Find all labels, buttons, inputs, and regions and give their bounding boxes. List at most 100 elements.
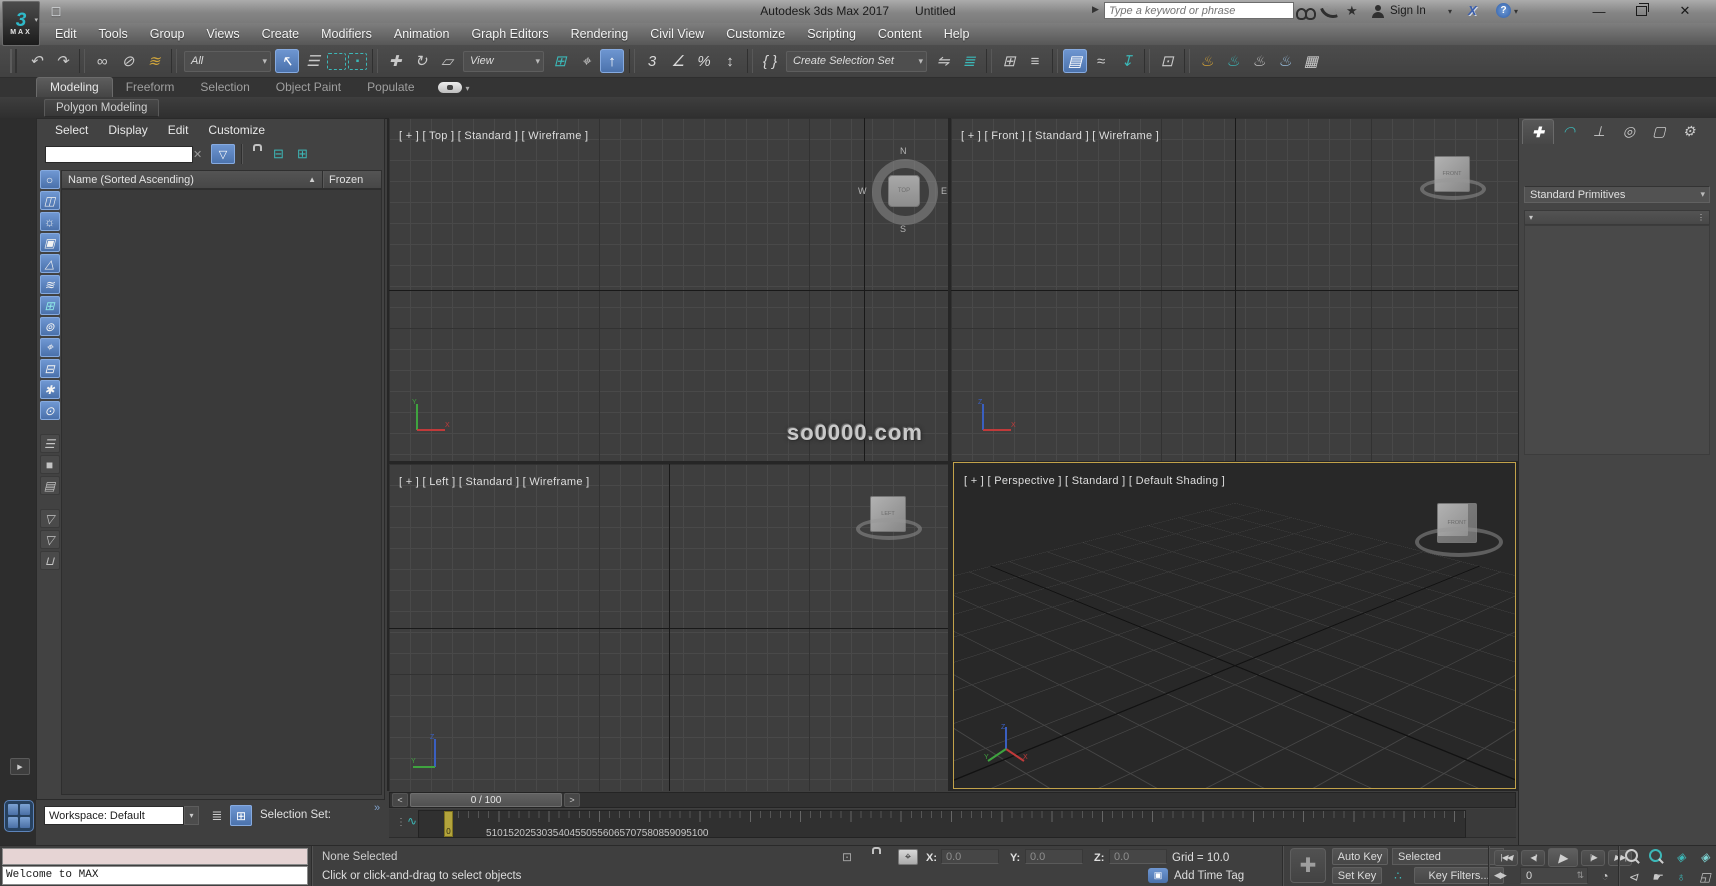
angle-snap-toggle[interactable]: ∠ — [666, 49, 690, 73]
key-filters-button[interactable]: Key Filters... — [1414, 867, 1504, 884]
display-none-button[interactable]: ■ — [39, 455, 60, 474]
explorer-menu-display[interactable]: Display — [98, 123, 157, 137]
time-tag-cube-icon[interactable]: ▣ — [1148, 868, 1168, 883]
display-details-button[interactable]: ▤ — [39, 476, 60, 495]
edit-named-selection-sets-button[interactable]: { } — [758, 49, 782, 73]
rollout-collapse-icon[interactable]: ▾ — [1529, 213, 1533, 222]
menu-views[interactable]: Views — [195, 27, 250, 41]
render-production-button[interactable]: ♨ — [1247, 49, 1271, 73]
menu-create[interactable]: Create — [251, 27, 311, 41]
sort-ascending-icon[interactable]: ▲ — [308, 175, 316, 184]
set-keys-button[interactable]: ✚ — [1290, 848, 1326, 883]
select-by-name-button[interactable]: ☰ — [301, 49, 325, 73]
menu-help[interactable]: Help — [933, 27, 981, 41]
selection-filter-icon[interactable]: ▽ — [211, 144, 235, 164]
pick-container-button[interactable]: ⊔ — [39, 551, 60, 570]
align-button[interactable]: ≣ — [957, 49, 981, 73]
menu-customize[interactable]: Customize — [715, 27, 796, 41]
advanced-filter-button[interactable]: ▽ — [39, 530, 60, 549]
select-object-button[interactable]: ↖ — [275, 49, 299, 73]
maximize-viewport-toggle[interactable]: ◱ — [1694, 868, 1716, 886]
menu-rendering[interactable]: Rendering — [560, 27, 640, 41]
maxscript-mini-listener[interactable]: Welcome to MAX — [2, 866, 308, 885]
command-tab-create[interactable]: ✚ — [1522, 119, 1554, 144]
spinner-snap-toggle[interactable]: ↕ — [718, 49, 742, 73]
key-mode-toggle-button[interactable]: ◀▶ — [1494, 870, 1507, 881]
scene-explorer-toggle-icon[interactable]: ⊞ — [230, 805, 252, 826]
zoom-all-button[interactable] — [1646, 848, 1668, 866]
filter-helpers-toggle[interactable]: △ — [39, 254, 60, 273]
viewcube-compass[interactable]: TOP N E S W — [858, 146, 947, 234]
primitive-category-dropdown[interactable]: Standard Primitives — [1524, 186, 1710, 203]
select-and-scale-button[interactable]: ▱ — [435, 49, 459, 73]
explorer-menu-edit[interactable]: Edit — [158, 123, 199, 137]
viewport-left[interactable]: [ + ] [ Left ] [ Standard ] [ Wireframe … — [389, 464, 948, 791]
ribbon-minimize-dropdown-icon[interactable]: ▾ — [466, 84, 470, 93]
menu-content[interactable]: Content — [867, 27, 933, 41]
ribbon-tab-freeform[interactable]: Freeform — [113, 78, 188, 97]
y-coordinate-field[interactable]: 0.0 — [1025, 849, 1083, 864]
toggle-ribbon-button[interactable]: ▤ — [1063, 49, 1087, 73]
zoom-extents-all-button[interactable]: ◈ — [1694, 848, 1716, 866]
menu-modifiers[interactable]: Modifiers — [310, 27, 383, 41]
filter-lights-toggle[interactable]: ☼ — [39, 212, 60, 231]
compass-east-label[interactable]: E — [941, 186, 947, 196]
viewport-perspective-active[interactable]: [ + ] [ Perspective ] [ Standard ] [ Def… — [953, 462, 1516, 789]
reference-coordinate-system-dropdown[interactable]: View — [463, 50, 544, 72]
viewcube-top-face[interactable]: TOP — [888, 175, 920, 207]
filter-cameras-toggle[interactable]: ▣ — [39, 233, 60, 252]
select-and-link-button[interactable]: ∞ — [90, 49, 114, 73]
material-editor-button[interactable]: ⊡ — [1155, 49, 1179, 73]
3ds-max-logo[interactable]: 3 MAX ▾ — [2, 1, 40, 46]
infocenter-search-input[interactable] — [1104, 2, 1294, 19]
next-frame-button[interactable]: |▶ — [1581, 849, 1605, 866]
workspace-dropdown-icon[interactable]: ▾ — [184, 806, 199, 825]
filter-bones-toggle[interactable]: ⌖ — [39, 338, 60, 357]
help-icon[interactable]: ? — [1496, 3, 1511, 18]
explorer-column-header[interactable]: Name (Sorted Ascending) ▲ Frozen — [61, 170, 382, 189]
close-button[interactable]: ✕ — [1664, 0, 1706, 22]
frozen-column-header[interactable]: Frozen — [324, 174, 381, 186]
filter-particles-toggle[interactable]: ⊟ — [39, 359, 60, 378]
viewport-front[interactable]: [ + ] [ Front ] [ Standard ] [ Wireframe… — [951, 118, 1518, 461]
menu-edit[interactable]: Edit — [44, 27, 88, 41]
undo-button[interactable]: ↶ — [24, 49, 48, 73]
toggle-scene-explorer-button[interactable]: ⊞ — [997, 49, 1021, 73]
set-key-button[interactable]: Set Key — [1332, 867, 1382, 884]
workspace-selector-input[interactable] — [44, 806, 184, 825]
communication-center-icon[interactable] — [1320, 4, 1338, 22]
zoom-region-button[interactable]: ⊲ — [1622, 868, 1644, 886]
polygon-modeling-panel-button[interactable]: Polygon Modeling — [44, 99, 160, 117]
command-tab-modify[interactable]: ◠ — [1554, 119, 1584, 143]
viewcube[interactable]: LEFT — [856, 496, 922, 540]
track-bar[interactable]: ∿ 0 510152025303540455055606570758085909… — [389, 809, 1516, 839]
command-tab-motion[interactable]: ◎ — [1614, 119, 1644, 143]
expand-all-icon[interactable]: ⊞ — [297, 146, 308, 162]
new-scene-button[interactable]: □ — [44, 1, 68, 21]
orbit-button[interactable]: ♁ — [1670, 868, 1692, 886]
menu-civil-view[interactable]: Civil View — [639, 27, 715, 41]
filter-combinations-button[interactable]: ▽ — [39, 509, 60, 528]
name-column-header[interactable]: Name (Sorted Ascending) — [62, 174, 308, 186]
toolbar-grip[interactable] — [10, 49, 17, 73]
command-tab-display[interactable]: ▢ — [1644, 119, 1674, 143]
manage-layers-icon[interactable]: ≣ — [206, 805, 228, 826]
use-pivot-point-center-button[interactable]: ⊞ — [548, 49, 572, 73]
curve-editor-button[interactable]: ≈ — [1089, 49, 1113, 73]
mirror-button[interactable]: ⇋ — [931, 49, 955, 73]
favorites-star-icon[interactable]: ★ — [1346, 3, 1358, 19]
frame-ruler[interactable]: 0 51015202530354045505560657075808590951… — [418, 810, 1466, 839]
menu-animation[interactable]: Animation — [383, 27, 461, 41]
viewport-front-label[interactable]: [ + ] [ Front ] [ Standard ] [ Wireframe… — [961, 130, 1159, 142]
command-tab-hierarchy[interactable]: ⊥ — [1584, 119, 1614, 143]
viewcube[interactable]: FRONT — [1420, 156, 1486, 200]
menu-scripting[interactable]: Scripting — [796, 27, 867, 41]
explorer-menu-select[interactable]: Select — [45, 123, 98, 137]
expand-panel-arrow-button[interactable]: ▶ — [10, 758, 30, 775]
compass-north-label[interactable]: N — [900, 146, 907, 156]
filter-space-warps-toggle[interactable]: ≋ — [39, 275, 60, 294]
minimize-button[interactable]: — — [1578, 0, 1620, 22]
previous-frame-button[interactable]: ◀| — [1521, 849, 1545, 866]
scene-explorer-list[interactable] — [61, 189, 382, 795]
bind-to-space-warp-button[interactable]: ≋ — [142, 49, 166, 73]
